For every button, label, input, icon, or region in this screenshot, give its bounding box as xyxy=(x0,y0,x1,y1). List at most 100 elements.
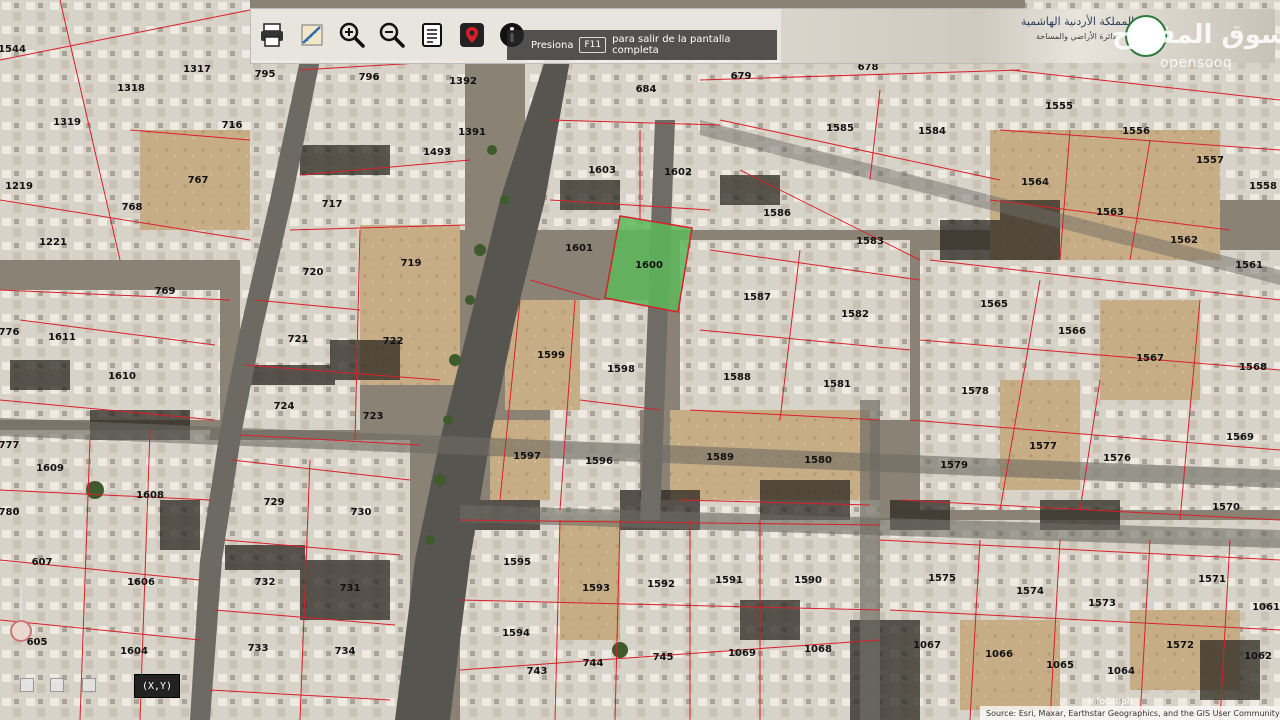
parcel-label-1555: 1555 xyxy=(1045,101,1073,112)
location-pin-icon xyxy=(460,23,484,47)
zoom-out-icon xyxy=(379,22,405,48)
zoom-in-button[interactable] xyxy=(335,18,369,52)
parcel-label-745: 745 xyxy=(653,652,674,663)
parcel-label-1592: 1592 xyxy=(647,579,675,590)
parcel-label-1597: 1597 xyxy=(513,451,541,462)
parcel-label-1567: 1567 xyxy=(1136,353,1164,364)
measure-button[interactable] xyxy=(295,18,329,52)
fullscreen-key: F11 xyxy=(579,37,607,53)
parcel-label-1593: 1593 xyxy=(582,583,610,594)
parcel-label-1584: 1584 xyxy=(918,126,946,137)
parcel-label-767: 767 xyxy=(188,175,209,186)
parcel-label-1596: 1596 xyxy=(585,456,613,467)
parcel-label-777: 777 xyxy=(0,440,19,451)
coordinates-button[interactable]: (X,Y) xyxy=(134,674,180,698)
parcel-label-1391: 1391 xyxy=(458,127,486,138)
parcel-label-732: 732 xyxy=(255,577,276,588)
map-attribution: Source: Esri, Maxar, Earthstar Geographi… xyxy=(980,706,1280,720)
parcel-label-796: 796 xyxy=(359,72,380,83)
parcel-label-1599: 1599 xyxy=(537,350,565,361)
parcel-label-1319: 1319 xyxy=(53,117,81,128)
parcel-label-720: 720 xyxy=(303,267,324,278)
parcel-label-780: 780 xyxy=(0,507,19,518)
zoom-slider-rail[interactable] xyxy=(20,585,22,621)
parcel-label-1595: 1595 xyxy=(503,557,531,568)
parcel-label-1571: 1571 xyxy=(1198,574,1226,585)
parcel-label-1219: 1219 xyxy=(5,181,33,192)
parcel-label-731: 731 xyxy=(340,583,361,594)
measure-icon xyxy=(301,24,323,46)
parcel-label-1318: 1318 xyxy=(117,83,145,94)
parcel-label-1579: 1579 xyxy=(940,460,968,471)
parcel-label-1609: 1609 xyxy=(36,463,64,474)
parcel-label-769: 769 xyxy=(155,286,176,297)
parcel-label-1565: 1565 xyxy=(980,299,1008,310)
map-control-button[interactable] xyxy=(50,678,64,692)
parcel-label-1562: 1562 xyxy=(1170,235,1198,246)
print-icon xyxy=(261,23,283,47)
parcel-label-1591: 1591 xyxy=(715,575,743,586)
parcel-label-724: 724 xyxy=(274,401,295,412)
parcel-label-729: 729 xyxy=(264,497,285,508)
parcel-label-1578: 1578 xyxy=(961,386,989,397)
document-button[interactable] xyxy=(415,18,449,52)
parcel-label-733: 733 xyxy=(248,643,269,654)
parcel-label-1569: 1569 xyxy=(1226,432,1254,443)
parcel-label-1598: 1598 xyxy=(607,364,635,375)
parcel-label-1601: 1601 xyxy=(565,243,593,254)
parcel-label-605: 605 xyxy=(27,637,48,648)
parcel-label-1594: 1594 xyxy=(502,628,530,639)
parcel-label-1606: 1606 xyxy=(127,577,155,588)
parcel-label-1575: 1575 xyxy=(928,573,956,584)
zoom-slider-handle[interactable] xyxy=(10,620,32,642)
parcel-label-1610: 1610 xyxy=(108,371,136,382)
parcel-label-1563: 1563 xyxy=(1096,207,1124,218)
parcel-label-1577: 1577 xyxy=(1029,441,1057,452)
parcel-label-1600: 1600 xyxy=(635,260,663,271)
parcel-label-1572: 1572 xyxy=(1166,640,1194,651)
parcel-label-1066: 1066 xyxy=(985,649,1013,660)
print-button[interactable] xyxy=(255,18,289,52)
parcel-label-744: 744 xyxy=(583,658,604,669)
location-button[interactable] xyxy=(455,18,489,52)
parcel-label-1576: 1576 xyxy=(1103,453,1131,464)
parcel-label-1589: 1589 xyxy=(706,452,734,463)
zoom-in-icon xyxy=(339,22,365,48)
parcel-label-1585: 1585 xyxy=(826,123,854,134)
parcel-label-719: 719 xyxy=(401,258,422,269)
parcel-label-1557: 1557 xyxy=(1196,155,1224,166)
parcel-label-1564: 1564 xyxy=(1021,177,1049,188)
document-icon xyxy=(422,23,442,47)
parcel-label-684: 684 xyxy=(636,84,657,95)
parcel-label-1608: 1608 xyxy=(136,490,164,501)
parcel-label-1392: 1392 xyxy=(449,76,477,87)
parcel-label-1568: 1568 xyxy=(1239,362,1267,373)
parcel-label-717: 717 xyxy=(322,199,343,210)
parcel-label-721: 721 xyxy=(288,334,309,345)
fullscreen-prefix: Presiona xyxy=(531,39,574,51)
parcel-label-1574: 1574 xyxy=(1016,586,1044,597)
parcel-label-1064: 1064 xyxy=(1107,666,1135,677)
parcel-label-1067: 1067 xyxy=(913,640,941,651)
parcel-label-723: 723 xyxy=(363,411,384,422)
parcel-label-1588: 1588 xyxy=(723,372,751,383)
map-control-button[interactable] xyxy=(82,678,96,692)
parcel-label-1556: 1556 xyxy=(1122,126,1150,137)
parcel-label-1561: 1561 xyxy=(1235,260,1263,271)
fullscreen-suffix: para salir de la pantalla completa xyxy=(612,34,731,56)
parcel-label-768: 768 xyxy=(122,202,143,213)
building-blocks xyxy=(0,0,1280,720)
parcel-label-734: 734 xyxy=(335,646,356,657)
parcel-label-1570: 1570 xyxy=(1212,502,1240,513)
satellite-map[interactable]: 1544131779579613926846796782141131813197… xyxy=(0,0,1280,720)
parcel-label-1583: 1583 xyxy=(856,236,884,247)
parcel-label-607: 607 xyxy=(32,557,53,568)
parcel-label-722: 722 xyxy=(383,336,404,347)
fullscreen-notice: Presiona F11 para salir de la pantalla c… xyxy=(507,30,777,60)
parcel-label-776: 776 xyxy=(0,327,19,338)
parcel-label-1317: 1317 xyxy=(183,64,211,75)
zoom-out-button[interactable] xyxy=(375,18,409,52)
parcel-label-679: 679 xyxy=(731,71,752,82)
parcel-label-1062: 1062 xyxy=(1244,651,1272,662)
map-control-button[interactable] xyxy=(20,678,34,692)
